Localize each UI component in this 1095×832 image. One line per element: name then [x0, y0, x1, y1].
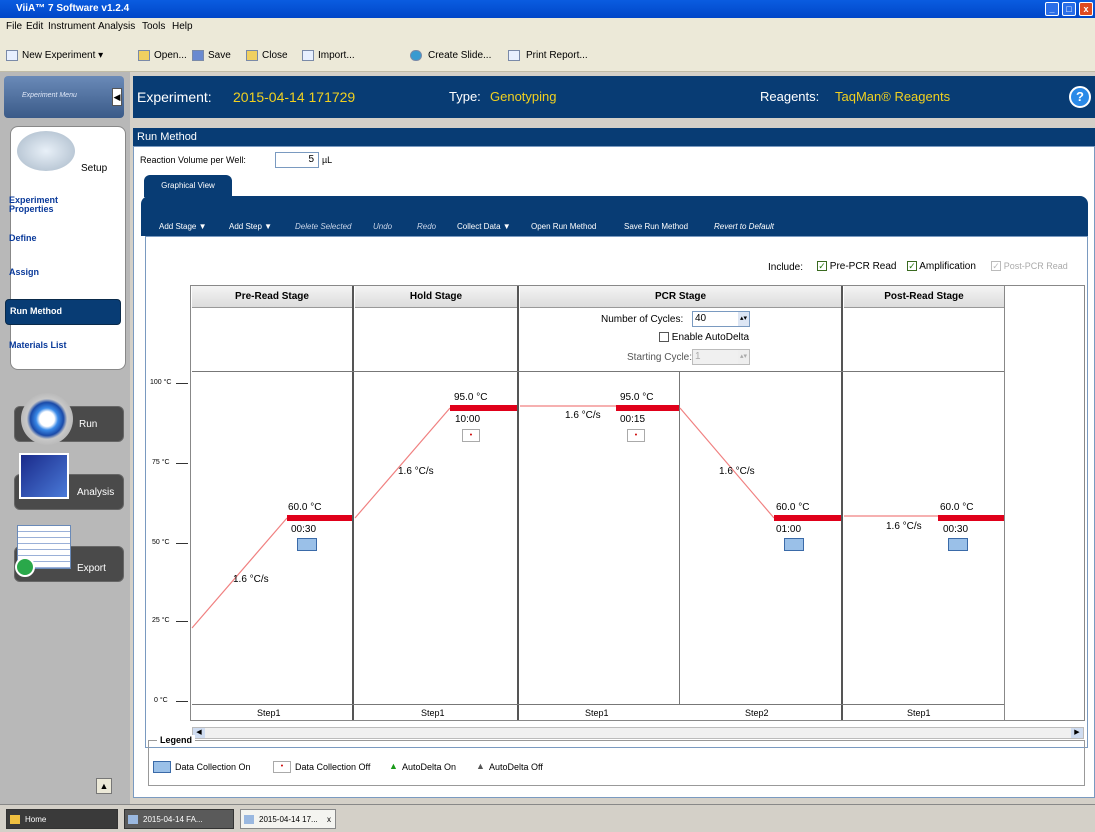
legend-dc-on-icon — [153, 761, 171, 773]
pcr-step1-temp[interactable]: 95.0 °C — [620, 392, 653, 403]
bottom-tab-bar: Home 2015-04-14 FA... 2015-04-14 17... x — [0, 804, 1095, 832]
ramp-line — [354, 407, 451, 519]
pcr-step2-label: Step2 — [745, 708, 769, 718]
legend-ad-off-label: AutoDelta Off — [489, 762, 543, 772]
pcr-step1-hold-bar[interactable] — [616, 405, 679, 411]
hold-temp[interactable]: 95.0 °C — [454, 392, 487, 403]
post-read-time[interactable]: 00:30 — [943, 524, 968, 535]
legend-dc-off-icon: • — [273, 761, 291, 773]
post-read-rate[interactable]: 1.6 °C/s — [886, 521, 922, 532]
temperature-profile-lines — [191, 405, 938, 629]
ramp-line — [191, 517, 288, 629]
pre-read-step-label: Step1 — [257, 708, 281, 718]
legend-title: Legend — [157, 735, 196, 745]
home-tab[interactable]: Home — [6, 809, 118, 829]
autodelta-on-icon: ▲ — [389, 761, 398, 771]
post-read-hold-bar[interactable] — [938, 515, 1004, 521]
experiment-tab-2-label: 2015-04-14 17... — [259, 815, 318, 824]
pre-read-temp[interactable]: 60.0 °C — [288, 502, 321, 513]
autodelta-off-icon: ▲ — [476, 761, 485, 771]
pcr-step2-hold-bar[interactable] — [774, 515, 841, 521]
pre-read-time[interactable]: 00:30 — [291, 524, 316, 535]
close-tab-icon[interactable]: x — [327, 810, 331, 830]
experiment-file-icon — [244, 815, 254, 824]
pre-read-rate[interactable]: 1.6 °C/s — [233, 574, 269, 585]
data-collection-on-icon[interactable] — [297, 538, 317, 551]
post-read-step-label: Step1 — [907, 708, 931, 718]
experiment-file-icon — [128, 815, 138, 824]
post-read-temp[interactable]: 60.0 °C — [940, 502, 973, 513]
pcr-step1-time[interactable]: 00:15 — [620, 414, 645, 425]
pcr-step1-rate[interactable]: 1.6 °C/s — [565, 410, 601, 421]
legend-dc-on-label: Data Collection On — [175, 762, 251, 772]
pcr-step2-temp[interactable]: 60.0 °C — [776, 502, 809, 513]
ramp-line — [679, 407, 775, 519]
hold-time[interactable]: 10:00 — [455, 414, 480, 425]
data-collection-off-icon[interactable]: • — [462, 429, 480, 442]
data-collection-on-icon[interactable] — [948, 538, 968, 551]
hold-step-label: Step1 — [421, 708, 445, 718]
data-collection-on-icon[interactable] — [784, 538, 804, 551]
horizontal-scrollbar[interactable]: ◀ ▶ — [192, 727, 1084, 739]
pcr-step2-rate[interactable]: 1.6 °C/s — [719, 466, 755, 477]
hold-stage-hold-bar[interactable] — [450, 405, 517, 411]
home-icon — [10, 815, 20, 824]
legend-ad-on-label: AutoDelta On — [402, 762, 457, 772]
scroll-right-icon[interactable]: ▶ — [1071, 728, 1083, 738]
pcr-step2-time[interactable]: 01:00 — [776, 524, 801, 535]
data-collection-off-icon[interactable]: • — [627, 429, 645, 442]
legend-box: Legend Data Collection On • Data Collect… — [148, 735, 1085, 786]
legend-dc-off-label: Data Collection Off — [295, 762, 371, 772]
pre-read-hold-bar[interactable] — [287, 515, 352, 521]
experiment-tab-2[interactable]: 2015-04-14 17... x — [240, 809, 336, 829]
hold-rate[interactable]: 1.6 °C/s — [398, 466, 434, 477]
pcr-step1-label: Step1 — [585, 708, 609, 718]
experiment-tab-1[interactable]: 2015-04-14 FA... — [124, 809, 234, 829]
